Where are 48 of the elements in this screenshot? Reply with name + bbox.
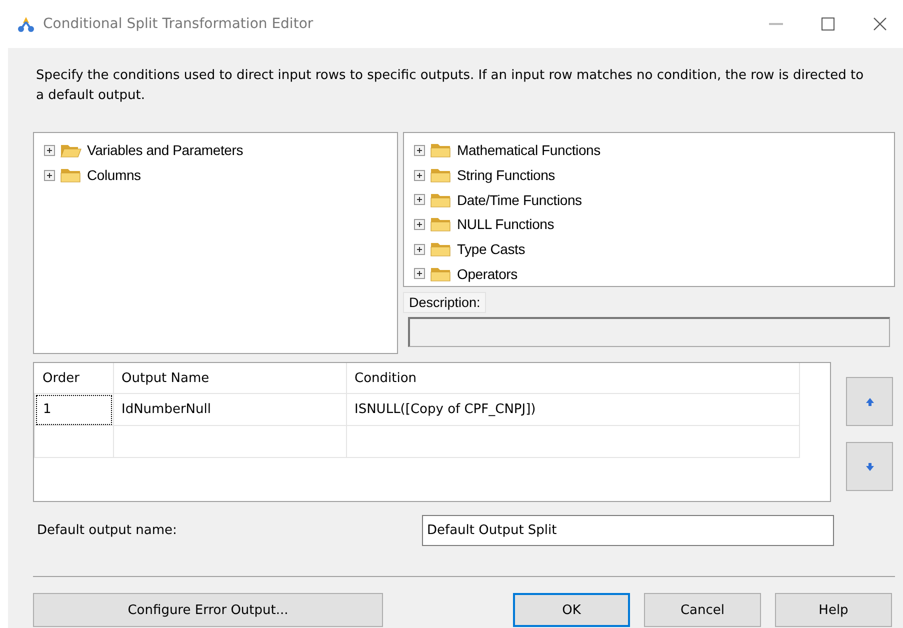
dialog-button[interactable]: Configure Error Output...: [33, 593, 383, 627]
maximize-icon: [821, 17, 835, 31]
description-label: Description:: [403, 292, 486, 313]
expand-icon[interactable]: [44, 144, 55, 156]
folder-icon: [430, 241, 452, 258]
arrow-down-icon: [864, 462, 874, 472]
table-cell[interactable]: 1: [34, 394, 113, 426]
expand-icon[interactable]: [414, 218, 425, 230]
column-header[interactable]: Output Name: [113, 363, 346, 394]
column-header[interactable]: Condition: [346, 363, 799, 394]
tree-item[interactable]: Variables and Parameters: [87, 142, 244, 158]
table-cell[interactable]: ISNULL([Copy of CPF_CNPJ]): [346, 394, 799, 426]
folder-icon: [430, 216, 452, 232]
empty-cell[interactable]: [34, 426, 113, 458]
expand-icon[interactable]: [414, 244, 425, 255]
folder-icon: [430, 266, 452, 282]
tree-item[interactable]: Mathematical Functions: [457, 142, 600, 158]
tree-item[interactable]: NULL Functions: [457, 216, 554, 232]
arrow-up-icon: [864, 396, 874, 406]
window-title: Conditional Split Transformation Editor: [43, 16, 314, 32]
close-icon: [873, 17, 887, 31]
tree-item[interactable]: Columns: [87, 167, 141, 184]
table-cell[interactable]: IdNumberNull: [113, 394, 346, 426]
open-folder-icon: [60, 142, 82, 158]
folder-icon: [430, 167, 452, 184]
folder-icon: [430, 142, 452, 158]
default-output-label: Default output name:: [37, 523, 178, 538]
default-output-field[interactable]: Default Output Split: [422, 515, 834, 546]
minimize-icon: [769, 23, 783, 25]
folder-icon: [430, 192, 452, 208]
expand-icon[interactable]: [414, 144, 425, 156]
app-icon: [17, 15, 35, 33]
ok-button[interactable]: OK: [513, 593, 630, 627]
tree-item[interactable]: Operators: [457, 266, 518, 282]
expand-icon[interactable]: [44, 170, 55, 181]
dialog-button[interactable]: Cancel: [644, 593, 761, 627]
empty-cell[interactable]: [113, 426, 346, 458]
dialog-button[interactable]: Help: [775, 593, 892, 627]
instruction-text: Specify the conditions used to direct input rows to specific outputs. If an input row matches no condition, the row is directed to a default output.: [36, 67, 865, 105]
tree-item[interactable]: Type Casts: [457, 241, 526, 258]
expand-icon[interactable]: [414, 268, 425, 280]
expand-icon[interactable]: [414, 194, 425, 206]
expand-icon[interactable]: [414, 170, 425, 181]
tree-item[interactable]: String Functions: [457, 167, 555, 184]
tree-item[interactable]: Date/Time Functions: [457, 192, 582, 208]
empty-cell[interactable]: [346, 426, 799, 458]
column-header[interactable]: Order: [34, 363, 113, 394]
folder-icon: [60, 167, 82, 184]
